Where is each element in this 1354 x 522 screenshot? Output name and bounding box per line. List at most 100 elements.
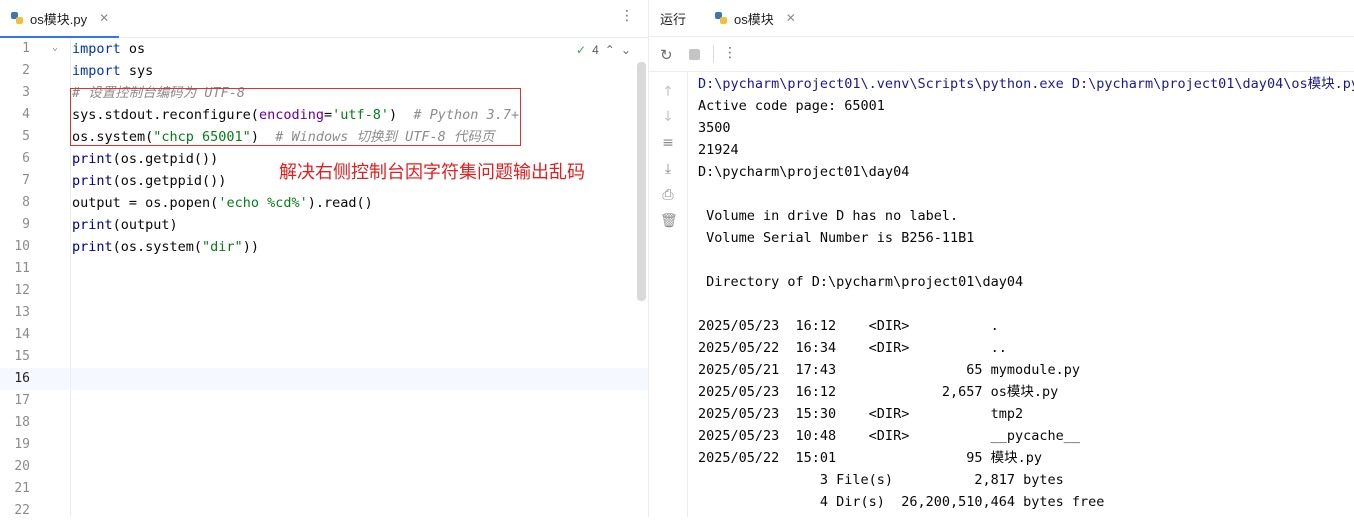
line-number: 21 [14,481,30,496]
code-text: os [120,41,146,57]
line-number: 17 [14,393,30,408]
console-line: Volume in drive D has no label. [698,208,959,224]
python-file-icon [10,11,24,25]
line-number: 12 [14,283,30,298]
line-number-gutter: 1 2 3 4 5 6 7 8 9 10 11 12 13 14 15 16 1… [0,38,71,518]
line-number: 3 [22,85,30,100]
code-text: (output) [112,217,178,233]
line-number: 6 [22,151,30,166]
code-line-2[interactable]: import sys [72,60,153,82]
rerun-icon[interactable]: ↻ [660,46,673,64]
current-line-highlight [71,368,648,390]
check-icon: ✓ [576,43,587,57]
close-icon[interactable]: ✕ [786,11,796,25]
console-line: 2025/05/23 10:48 <DIR> __pycache__ [698,428,1081,444]
line-number: 18 [14,415,30,430]
code-line-8[interactable]: output = os.popen('echo %cd%').read() [72,192,373,214]
inspection-widget[interactable]: ✓ 4 ⌃ ⌄ [576,43,631,57]
console-line: 2025/05/22 15:01 95 模块.py [698,450,1042,466]
line-number: 1 [22,41,30,56]
code-line-1[interactable]: import os [72,38,145,60]
builtin: print [72,151,113,167]
console-line: 2025/05/21 17:43 65 mymodule.py [698,362,1081,378]
run-tool-window: 运行 os模块 ✕ ↻ ⋮ ↑ ↓ ≡ ⤓ ⎙ 🗑 D:\pycharm\pro… [649,0,1354,517]
line-number: 4 [22,107,30,122]
line-number: 11 [14,261,30,276]
builtin: print [72,217,113,233]
code-text: ).read() [307,195,373,211]
line-number-current: 16 [14,371,30,386]
line-number: 5 [22,129,30,144]
console-line: D:\pycharm\project01\.venv\Scripts\pytho… [698,76,1354,92]
console-line: Volume Serial Number is B256-11B1 [698,230,975,246]
code-line-10[interactable]: print(os.system("dir")) [72,236,259,258]
line-number: 19 [14,437,30,452]
code-line-9[interactable]: print(output) [72,214,178,236]
line-number: 9 [22,217,30,232]
run-tab-label: os模块 [734,11,774,27]
chevron-down-icon[interactable]: ⌄ [621,43,631,57]
line-number: 20 [14,459,30,474]
line-number: 15 [14,349,30,364]
fold-chevron-icon[interactable]: ⌄ [52,42,58,53]
run-tool-title[interactable]: 运行 [660,9,686,28]
editor-tab-label: os模块.py [30,11,88,27]
editor-pane: os模块.py ✕ ⋮ 1 2 3 4 5 6 7 8 9 10 11 12 1… [0,0,648,518]
highlight-box [70,88,521,146]
code-text: output = os.popen( [72,195,219,211]
code-text: (os.system( [112,239,203,255]
builtin: print [72,173,113,189]
run-side-toolbar: ↑ ↓ ≡ ⤓ ⎙ 🗑 [649,72,688,517]
code-text: (os.getpid()) [112,151,219,167]
more-icon[interactable]: ⋮ [723,45,737,61]
code-text: sys [120,63,154,79]
line-number: 2 [22,63,30,78]
console-line: 21924 [698,142,739,158]
more-icon[interactable]: ⋮ [620,8,634,24]
soft-wrap-icon[interactable]: ≡ [660,135,676,151]
line-number: 8 [22,195,30,210]
editor-tab-os-module[interactable]: os模块.py ✕ [0,0,120,38]
chevron-up-icon[interactable]: ⌃ [605,43,615,57]
console-line: Active code page: 65001 [698,98,885,114]
line-number: 13 [14,305,30,320]
code-text: )) [242,239,259,255]
run-tab-bar: 运行 os模块 ✕ [649,0,1354,37]
code-line-7[interactable]: print(os.getppid()) [72,170,226,192]
toolbar-separator [713,45,714,63]
print-icon[interactable]: ⎙ [660,187,676,203]
console-line: D:\pycharm\project01\day04 [698,164,910,180]
console-line: 2025/05/23 15:30 <DIR> tmp2 [698,406,1024,422]
line-number: 22 [14,503,30,518]
console-line: Directory of D:\pycharm\project01\day04 [698,274,1024,290]
line-number: 14 [14,327,30,342]
builtin: print [72,239,113,255]
run-tab-os-module[interactable]: os模块 ✕ [714,9,796,28]
console-line: 3 File(s) 2,817 bytes [698,472,1064,488]
editor-tab-bar: os模块.py ✕ ⋮ [0,0,648,38]
console-line: 3500 [698,120,731,136]
arrow-up-icon[interactable]: ↑ [660,84,676,100]
run-toolbar: ↻ ⋮ [649,37,1354,72]
keyword: import [72,63,121,79]
line-number: 10 [14,239,30,254]
annotation-text: 解决右侧控制台因字符集问题输出乱码 [279,162,585,182]
console-line: 2025/05/23 16:12 <DIR> . [698,318,999,334]
editor-scrollbar[interactable] [637,62,646,301]
keyword: import [72,41,121,57]
string: 'echo %cd%' [218,195,308,211]
arrow-down-icon[interactable]: ↓ [660,109,676,125]
trash-icon[interactable]: 🗑 [660,213,678,229]
line-number: 7 [22,173,30,188]
console-line: 4 Dir(s) 26,200,510,464 bytes free [698,494,1105,510]
stop-icon[interactable] [689,49,700,60]
code-line-6[interactable]: print(os.getpid()) [72,148,218,170]
scroll-end-icon[interactable]: ⤓ [660,161,676,177]
python-file-icon [714,11,728,25]
console-line: 2025/05/22 16:34 <DIR> .. [698,340,1007,356]
inspection-count: 4 [592,43,599,57]
console-line: 2025/05/23 16:12 2,657 os模块.py [698,384,1059,400]
string: "dir" [202,239,243,255]
code-text: (os.getppid()) [112,173,227,189]
close-icon[interactable]: ✕ [99,11,109,25]
